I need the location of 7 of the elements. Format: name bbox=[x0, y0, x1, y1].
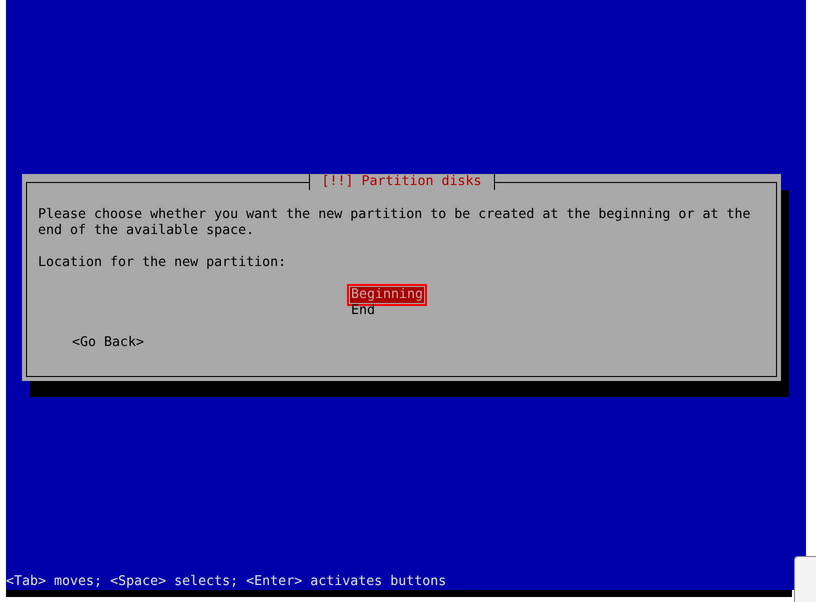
status-text: <Tab> moves; <Space> selects; <Enter> activates buttons bbox=[6, 574, 448, 590]
dialog-title: [!!] Partition disks bbox=[308, 174, 495, 190]
go-back-button[interactable]: <Go Back> bbox=[72, 335, 144, 351]
prompt-label: Location for the new partition: bbox=[38, 255, 288, 271]
list-option[interactable]: End bbox=[350, 303, 376, 319]
dialog-message: Please choose whether you want the new partition to be created at the beginning or at the end of the available space. bbox=[38, 207, 752, 239]
list-option[interactable]: Beginning bbox=[350, 287, 424, 303]
